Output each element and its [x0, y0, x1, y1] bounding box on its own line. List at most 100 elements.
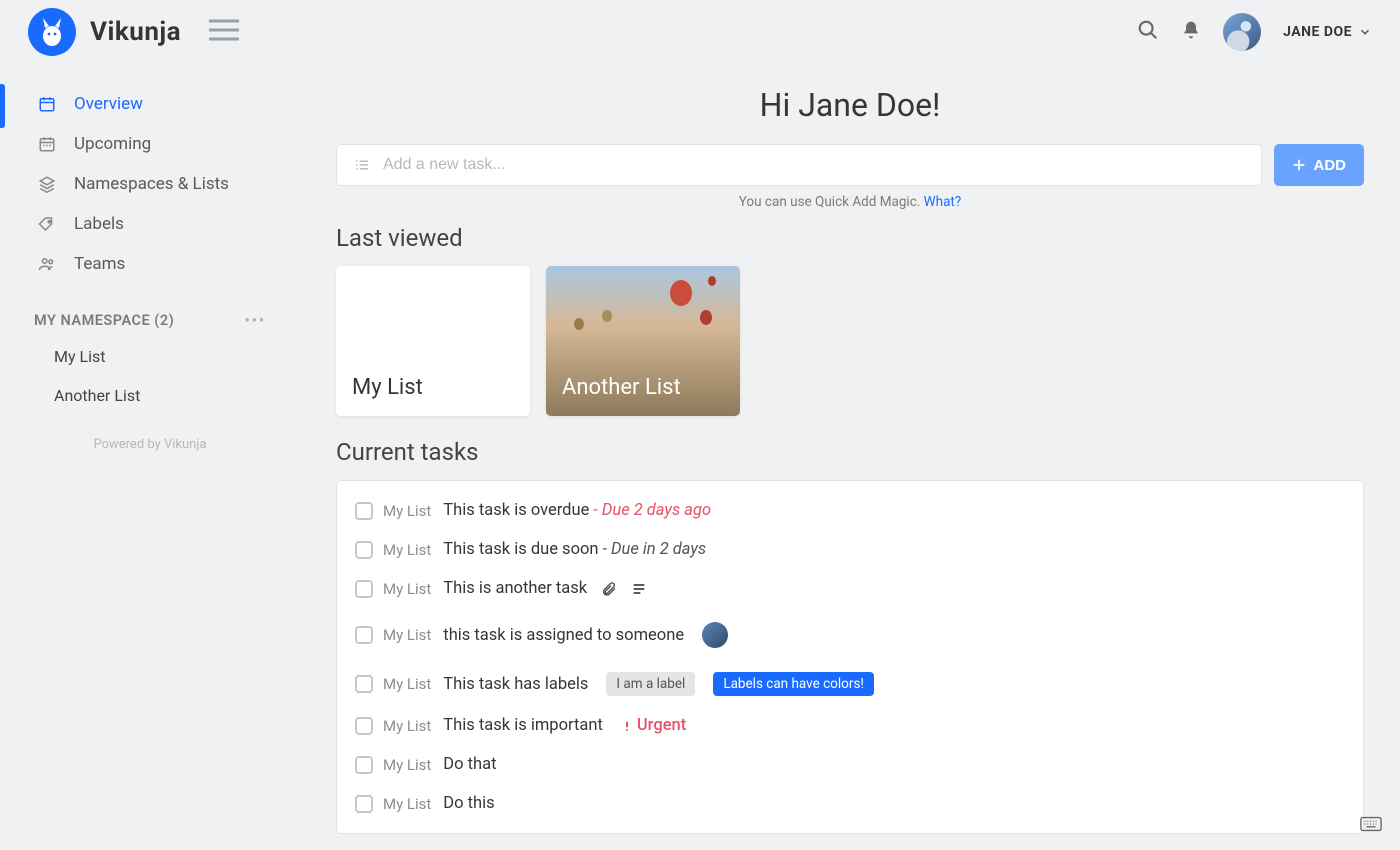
header-right: JANE DOE [1137, 13, 1372, 51]
decorative-balloon [574, 318, 584, 330]
task-checkbox[interactable] [355, 502, 373, 520]
task-row[interactable]: My List This task is important Urgent [337, 706, 1363, 745]
task-row[interactable]: My List Do this [337, 784, 1363, 823]
task-row[interactable]: My List Do that [337, 745, 1363, 784]
decorative-balloon [700, 310, 712, 325]
task-row[interactable]: My List This task is due soon - Due in 2… [337, 530, 1363, 569]
chevron-down-icon [1358, 25, 1372, 39]
task-checkbox[interactable] [355, 675, 373, 693]
add-task-button[interactable]: ADD [1274, 144, 1365, 186]
task-row[interactable]: My List This task is overdue - Due 2 day… [337, 491, 1363, 530]
users-icon [36, 255, 58, 273]
sidebar-item-label: Labels [74, 214, 124, 234]
last-viewed-heading: Last viewed [336, 224, 1364, 252]
layers-icon [36, 175, 58, 193]
add-task-row: ADD [336, 144, 1364, 186]
task-checkbox[interactable] [355, 795, 373, 813]
calendar-week-icon [36, 135, 58, 153]
main-content: Hi Jane Doe! ADD You can use Quick Add M… [300, 64, 1400, 850]
task-row[interactable]: My List this task is assigned to someone [337, 608, 1363, 662]
sidebar-item-teams[interactable]: Teams [0, 244, 300, 284]
sidebar: Overview Upcoming Namespaces & Lists Lab… [0, 64, 300, 850]
calendar-icon [36, 95, 58, 113]
task-list-tag: My List [383, 580, 431, 598]
last-viewed-card[interactable]: My List [336, 266, 530, 416]
keyboard-shortcuts-icon[interactable] [1360, 816, 1382, 836]
avatar[interactable] [1223, 13, 1261, 51]
last-viewed-card[interactable]: Another List [546, 266, 740, 416]
description-icon [631, 581, 647, 597]
task-list-tag: My List [383, 717, 431, 735]
task-checkbox[interactable] [355, 580, 373, 598]
task-title: This task is important [443, 716, 603, 735]
user-menu[interactable]: JANE DOE [1283, 24, 1372, 40]
app-logo-icon [28, 8, 76, 56]
task-row[interactable]: My List This task has labels I am a labe… [337, 662, 1363, 706]
tasks-card: My List This task is overdue - Due 2 day… [336, 480, 1364, 834]
task-list-tag: My List [383, 756, 431, 774]
attachment-icon [601, 581, 617, 597]
task-due-text: Due 2 days ago [602, 501, 711, 520]
sidebar-item-namespaces[interactable]: Namespaces & Lists [0, 164, 300, 204]
sidebar-item-label: Overview [74, 94, 143, 114]
add-task-input-wrapper[interactable] [336, 144, 1262, 186]
assignee-avatar[interactable] [702, 622, 728, 648]
namespace-heading[interactable]: MY NAMESPACE (2) ••• [0, 284, 300, 337]
add-task-button-label: ADD [1314, 157, 1347, 174]
task-label-chip[interactable]: Labels can have colors! [713, 672, 874, 696]
last-viewed-card-title: My List [352, 375, 423, 400]
list-check-icon [353, 156, 371, 174]
last-viewed-card-title: Another List [562, 375, 681, 400]
namespace-list-item[interactable]: My List [0, 337, 300, 376]
sidebar-item-labels[interactable]: Labels [0, 204, 300, 244]
task-checkbox[interactable] [355, 717, 373, 735]
task-list-tag: My List [383, 502, 431, 520]
decorative-balloon [670, 280, 692, 306]
quick-add-hint-text: You can use Quick Add Magic. [739, 194, 924, 210]
namespace-list-item[interactable]: Another List [0, 376, 300, 415]
task-title: This task is overdue [443, 501, 589, 520]
task-list-tag: My List [383, 795, 431, 813]
quick-add-hint: You can use Quick Add Magic. What? [336, 194, 1364, 210]
task-due-sep: - [589, 501, 602, 520]
search-icon[interactable] [1137, 19, 1159, 45]
task-list-tag: My List [383, 626, 431, 644]
task-title: Do that [443, 755, 496, 774]
priority-urgent-label: Urgent [637, 716, 686, 735]
more-icon[interactable]: ••• [245, 312, 266, 329]
tags-icon [36, 215, 58, 233]
sidebar-item-label: Namespaces & Lists [74, 174, 229, 194]
task-checkbox[interactable] [355, 626, 373, 644]
greeting: Hi Jane Doe! [336, 86, 1364, 124]
hamburger-icon[interactable] [209, 19, 239, 45]
task-title: This task has labels [443, 675, 588, 694]
task-title: this task is assigned to someone [443, 626, 684, 645]
active-indicator [0, 84, 5, 128]
task-label-chip[interactable]: I am a label [606, 672, 695, 696]
user-name-label: JANE DOE [1283, 24, 1352, 40]
add-task-input[interactable] [383, 156, 1245, 174]
task-due-sep: - [599, 540, 612, 559]
quick-add-hint-link[interactable]: What? [924, 194, 962, 210]
task-list-tag: My List [383, 541, 431, 559]
task-title: Do this [443, 794, 494, 813]
priority-urgent: Urgent [621, 716, 686, 735]
logo-area: Vikunja [28, 8, 181, 56]
app-header: Vikunja JANE DOE [0, 0, 1400, 64]
current-tasks-heading: Current tasks [336, 438, 1364, 466]
powered-by: Powered by Vikunja [0, 437, 300, 452]
app-name: Vikunja [90, 17, 181, 47]
sidebar-item-label: Teams [74, 254, 125, 274]
task-row[interactable]: My List This is another task [337, 569, 1363, 608]
sidebar-item-upcoming[interactable]: Upcoming [0, 124, 300, 164]
sidebar-item-overview[interactable]: Overview [0, 84, 300, 124]
last-viewed-row: My List Another List [336, 266, 1364, 416]
namespace-heading-label: MY NAMESPACE (2) [34, 312, 174, 329]
decorative-balloon [708, 276, 716, 286]
task-checkbox[interactable] [355, 541, 373, 559]
task-title: This task is due soon [443, 540, 598, 559]
decorative-balloon [602, 310, 612, 322]
bell-icon[interactable] [1181, 19, 1201, 45]
task-list-tag: My List [383, 675, 431, 693]
task-checkbox[interactable] [355, 756, 373, 774]
